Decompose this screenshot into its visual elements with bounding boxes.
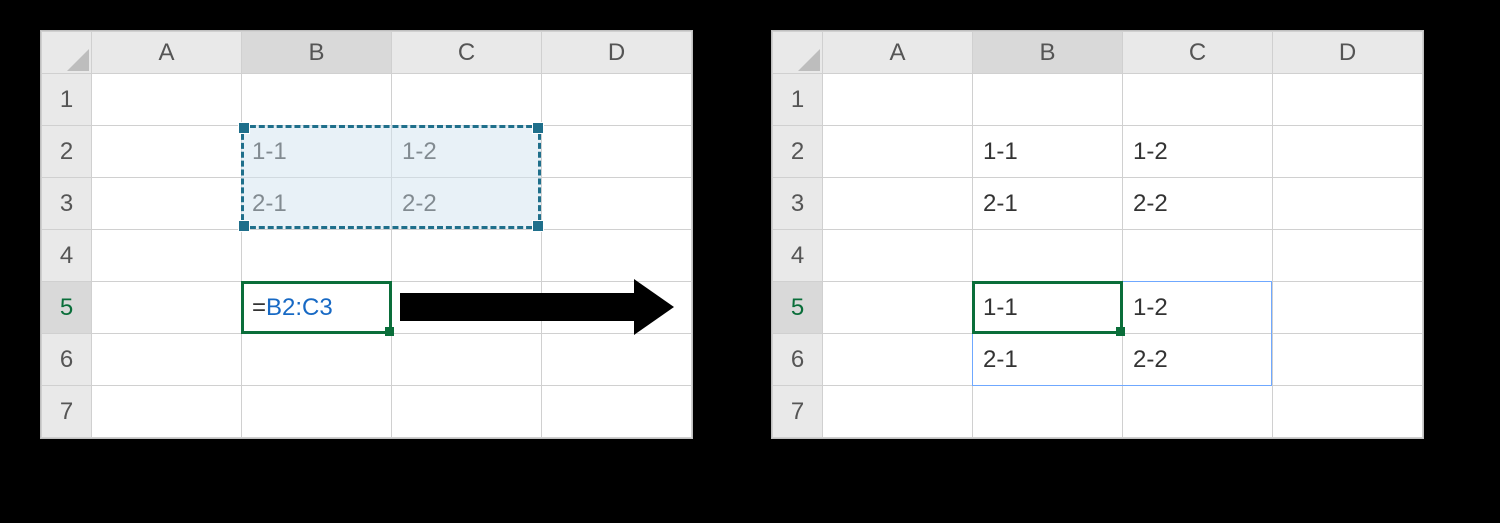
select-all-corner[interactable] (773, 32, 823, 74)
cell-B5[interactable] (242, 282, 392, 334)
col-header-A[interactable]: A (92, 32, 242, 74)
cell-C2[interactable]: 1-2 (1123, 126, 1273, 178)
row-header-5[interactable]: 5 (773, 282, 823, 334)
cell-D2[interactable] (1273, 126, 1423, 178)
spreadsheet-left: A B C D 1 2 1-1 1-2 3 2 (40, 30, 693, 439)
cell-C1[interactable] (392, 74, 542, 126)
cell-B4[interactable] (973, 230, 1123, 282)
row-header-3[interactable]: 3 (42, 178, 92, 230)
cell-D1[interactable] (542, 74, 692, 126)
cell-B3[interactable]: 2-1 (242, 178, 392, 230)
row-header-2[interactable]: 2 (42, 126, 92, 178)
cell-C2[interactable]: 1-2 (392, 126, 542, 178)
cell-D6[interactable] (542, 334, 692, 386)
grid-left[interactable]: A B C D 1 2 1-1 1-2 3 2 (41, 31, 692, 438)
cell-A6[interactable] (92, 334, 242, 386)
cell-C1[interactable] (1123, 74, 1273, 126)
cell-D4[interactable] (542, 230, 692, 282)
row-header-6[interactable]: 6 (42, 334, 92, 386)
col-header-B[interactable]: B (242, 32, 392, 74)
cell-C5[interactable]: 1-2 (1123, 282, 1273, 334)
cell-D2[interactable] (542, 126, 692, 178)
cell-A7[interactable] (823, 386, 973, 438)
cell-A4[interactable] (823, 230, 973, 282)
row-header-6[interactable]: 6 (773, 334, 823, 386)
cell-A2[interactable] (823, 126, 973, 178)
grid-right[interactable]: A B C D 1 2 1-1 1-2 3 2 (772, 31, 1423, 438)
cell-D4[interactable] (1273, 230, 1423, 282)
cell-B2[interactable]: 1-1 (973, 126, 1123, 178)
col-header-D[interactable]: D (542, 32, 692, 74)
row-header-7[interactable]: 7 (42, 386, 92, 438)
cell-A5[interactable] (823, 282, 973, 334)
cell-A7[interactable] (92, 386, 242, 438)
row-header-4[interactable]: 4 (42, 230, 92, 282)
row-header-2[interactable]: 2 (773, 126, 823, 178)
cell-C3[interactable]: 2-2 (392, 178, 542, 230)
cell-A1[interactable] (823, 74, 973, 126)
cell-D3[interactable] (542, 178, 692, 230)
cell-C7[interactable] (392, 386, 542, 438)
cell-B6[interactable] (242, 334, 392, 386)
row-header-4[interactable]: 4 (773, 230, 823, 282)
cell-A5[interactable] (92, 282, 242, 334)
cell-B7[interactable] (242, 386, 392, 438)
cell-D7[interactable] (542, 386, 692, 438)
row-header-7[interactable]: 7 (773, 386, 823, 438)
cell-D1[interactable] (1273, 74, 1423, 126)
col-header-D[interactable]: D (1273, 32, 1423, 74)
cell-C4[interactable] (392, 230, 542, 282)
cell-B2[interactable]: 1-1 (242, 126, 392, 178)
cell-C6[interactable]: 2-2 (1123, 334, 1273, 386)
cell-A4[interactable] (92, 230, 242, 282)
cell-B1[interactable] (242, 74, 392, 126)
cell-A3[interactable] (823, 178, 973, 230)
col-header-B[interactable]: B (973, 32, 1123, 74)
cell-C4[interactable] (1123, 230, 1273, 282)
col-header-C[interactable]: C (1123, 32, 1273, 74)
select-all-corner[interactable] (42, 32, 92, 74)
row-header-5[interactable]: 5 (42, 282, 92, 334)
cell-C3[interactable]: 2-2 (1123, 178, 1273, 230)
cell-A2[interactable] (92, 126, 242, 178)
cell-B3[interactable]: 2-1 (973, 178, 1123, 230)
cell-B7[interactable] (973, 386, 1123, 438)
cell-C6[interactable] (392, 334, 542, 386)
cell-D6[interactable] (1273, 334, 1423, 386)
cell-A1[interactable] (92, 74, 242, 126)
cell-C7[interactable] (1123, 386, 1273, 438)
arrow-icon (400, 293, 640, 321)
cell-D3[interactable] (1273, 178, 1423, 230)
col-header-A[interactable]: A (823, 32, 973, 74)
row-header-1[interactable]: 1 (42, 74, 92, 126)
cell-D5[interactable] (1273, 282, 1423, 334)
cell-A6[interactable] (823, 334, 973, 386)
cell-D7[interactable] (1273, 386, 1423, 438)
cell-B1[interactable] (973, 74, 1123, 126)
row-header-3[interactable]: 3 (773, 178, 823, 230)
col-header-C[interactable]: C (392, 32, 542, 74)
cell-B4[interactable] (242, 230, 392, 282)
cell-B5[interactable]: 1-1 (973, 282, 1123, 334)
spreadsheet-right: A B C D 1 2 1-1 1-2 3 2 (771, 30, 1424, 439)
row-header-1[interactable]: 1 (773, 74, 823, 126)
cell-B6[interactable]: 2-1 (973, 334, 1123, 386)
cell-A3[interactable] (92, 178, 242, 230)
